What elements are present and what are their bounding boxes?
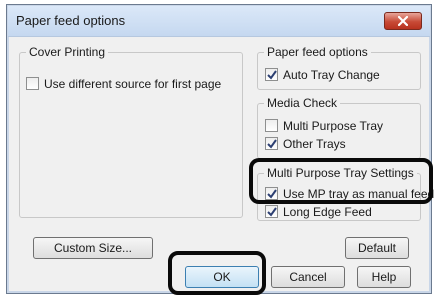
title-bar: Paper feed options [8,6,430,37]
ok-button-highlight-outline [168,251,266,295]
other-trays-label: Other Trays [283,137,346,151]
custom-size-button[interactable]: Custom Size... [33,237,153,259]
media-check-group: Media Check Multi Purpose Tray Other Tra… [257,96,421,159]
help-button[interactable]: Help [357,266,411,288]
long-edge-feed-label: Long Edge Feed [283,205,372,219]
checkbox-box[interactable] [265,68,278,81]
auto-tray-change-label: Auto Tray Change [283,68,380,82]
use-different-source-label: Use different source for first page [44,77,222,91]
multi-purpose-tray-label: Multi Purpose Tray [283,119,384,133]
cover-printing-group: Cover Printing Use different source for … [19,45,243,218]
paper-feed-options-label: Paper feed options [264,45,371,59]
checkmark-icon [267,70,277,80]
checkbox-box[interactable] [265,119,278,132]
media-check-label: Media Check [264,96,341,110]
checkbox-box[interactable] [265,137,278,150]
paper-feed-options-group: Paper feed options Auto Tray Change [257,45,421,90]
close-icon [398,16,408,26]
default-button[interactable]: Default [345,237,409,259]
checkbox-box[interactable] [265,205,278,218]
checkbox-box[interactable] [26,77,39,90]
mp-tray-highlight-outline [249,158,433,204]
dialog-title: Paper feed options [16,13,126,28]
cover-printing-label: Cover Printing [26,45,109,59]
checkmark-icon [267,207,277,217]
checkmark-icon [267,139,277,149]
close-button[interactable] [384,12,422,30]
cancel-button[interactable]: Cancel [271,266,345,288]
